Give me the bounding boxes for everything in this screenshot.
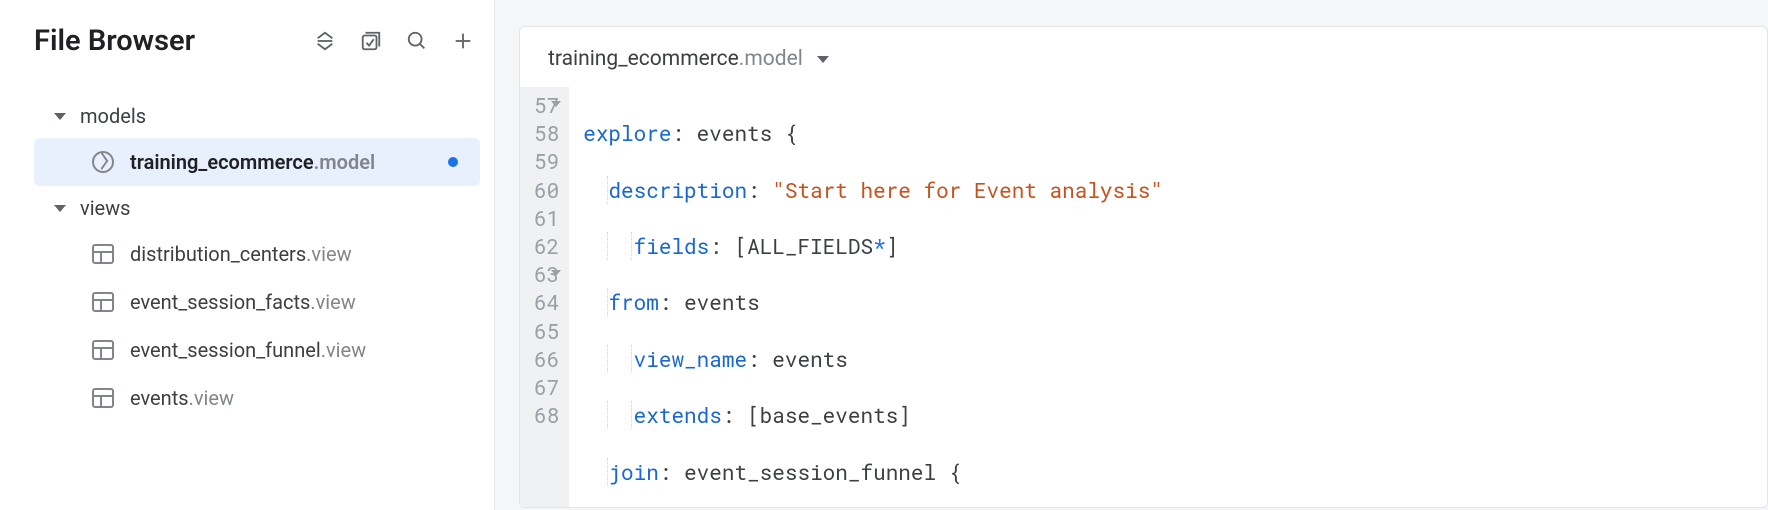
line-number: 66 — [534, 345, 559, 373]
model-icon — [92, 151, 114, 173]
editor-tab[interactable]: training_ecommerce.model — [548, 47, 803, 71]
folder-views[interactable]: views — [34, 186, 480, 230]
tab-menu-caret-icon[interactable] — [817, 56, 829, 63]
file-label: training_ecommerce.model — [130, 150, 375, 174]
modified-indicator-icon — [448, 157, 458, 167]
line-number: 65 — [534, 317, 559, 345]
fold-icon[interactable] — [551, 101, 561, 107]
file-browser-actions — [314, 30, 474, 52]
line-number: 58 — [534, 119, 559, 147]
folder-label: models — [80, 104, 146, 128]
file-label: distribution_centers.view — [130, 242, 352, 266]
file-label: event_session_funnel.view — [130, 338, 366, 362]
collapse-icon[interactable] — [314, 30, 336, 52]
file-events-view[interactable]: events.view — [34, 374, 480, 422]
chevron-down-icon — [54, 113, 66, 120]
file-distribution-centers-view[interactable]: distribution_centers.view — [34, 230, 480, 278]
code-content[interactable]: explore: events { description: "Start he… — [569, 87, 1492, 507]
line-number: 68 — [534, 401, 559, 429]
editor-tabbar: training_ecommerce.model — [520, 27, 1767, 87]
file-browser-sidebar: File Browser models — [0, 0, 495, 510]
bulk-select-icon[interactable] — [360, 30, 382, 52]
file-event-session-funnel-view[interactable]: event_session_funnel.view — [34, 326, 480, 374]
chevron-down-icon — [54, 205, 66, 212]
line-number: 62 — [534, 232, 559, 260]
view-icon — [92, 292, 114, 312]
line-number: 60 — [534, 176, 559, 204]
view-icon — [92, 388, 114, 408]
line-number: 64 — [534, 288, 559, 316]
file-label: event_session_facts.view — [130, 290, 356, 314]
file-label: events.view — [130, 386, 234, 410]
search-icon[interactable] — [406, 30, 428, 52]
view-icon — [92, 340, 114, 360]
code-area: 57 58 59 60 61 62 63 64 65 66 67 68 expl… — [520, 87, 1767, 507]
fold-icon[interactable] — [551, 270, 561, 276]
view-icon — [92, 244, 114, 264]
add-icon[interactable] — [452, 30, 474, 52]
folder-label: views — [80, 196, 131, 220]
file-browser-header: File Browser — [34, 24, 480, 58]
gutter: 57 58 59 60 61 62 63 64 65 66 67 68 — [520, 87, 569, 507]
line-number: 67 — [534, 373, 559, 401]
file-browser-title: File Browser — [34, 24, 195, 58]
editor-area: training_ecommerce.model 57 58 59 60 61 … — [495, 0, 1768, 510]
file-training-ecommerce-model[interactable]: training_ecommerce.model — [34, 138, 480, 186]
line-number: 61 — [534, 204, 559, 232]
editor-panel: training_ecommerce.model 57 58 59 60 61 … — [519, 26, 1768, 508]
folder-models[interactable]: models — [34, 94, 480, 138]
app-root: File Browser models — [0, 0, 1768, 510]
line-number: 59 — [534, 147, 559, 175]
file-event-session-facts-view[interactable]: event_session_facts.view — [34, 278, 480, 326]
